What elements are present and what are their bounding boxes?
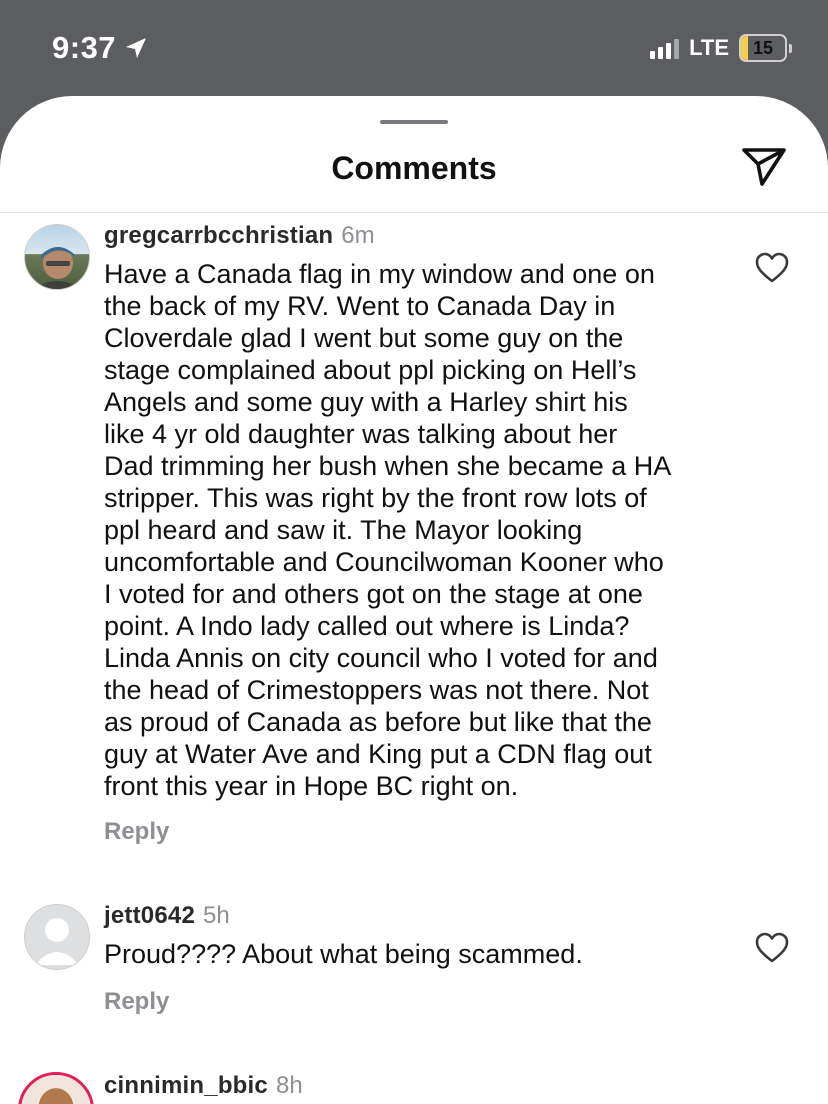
username[interactable]: cinnimin_bbic	[104, 1072, 268, 1100]
user-photo	[21, 1075, 91, 1104]
username[interactable]: gregcarrbcchristian	[104, 222, 333, 250]
heart-icon[interactable]	[754, 932, 790, 964]
battery-icon: 15	[739, 34, 792, 62]
clock: 9:37	[52, 30, 117, 65]
comment-meta: cinnimin_bbic 8h	[104, 1072, 303, 1100]
comment-text: Proud???? About what being scammed.	[104, 939, 583, 969]
avatar[interactable]	[24, 904, 90, 970]
status-indicators: LTE 15	[650, 34, 792, 62]
reply-button[interactable]: Reply	[104, 818, 169, 846]
header-divider	[0, 212, 828, 213]
default-avatar-icon	[35, 918, 79, 965]
comment-text: Have a Canada flag in my window and one …	[104, 259, 672, 801]
sheet-grabber-handle[interactable]	[380, 120, 448, 124]
comment-time: 8h	[275, 1072, 303, 1099]
heart-icon[interactable]	[754, 252, 790, 284]
username[interactable]: jett0642	[104, 902, 195, 930]
comment-time: 5h	[203, 902, 230, 929]
status-time: 9:37	[52, 30, 148, 66]
location-arrow-icon	[126, 38, 147, 58]
reply-button[interactable]: Reply	[104, 988, 169, 1016]
comment-meta: jett0642 5h	[104, 902, 230, 930]
avatar-with-story-ring[interactable]	[18, 1072, 94, 1104]
cellular-signal-icon	[650, 37, 680, 59]
comment-time: 6m	[341, 222, 375, 249]
user-photo	[33, 247, 81, 289]
network-type: LTE	[689, 35, 729, 60]
paper-plane-icon[interactable]	[740, 144, 788, 188]
comment-meta: gregcarrbcchristian 6m	[104, 222, 375, 250]
sheet-title: Comments	[331, 150, 497, 186]
status-bar: 9:37 LTE 15	[0, 0, 828, 96]
battery-percent: 15	[752, 37, 774, 58]
battery-level-fill	[741, 36, 748, 60]
avatar[interactable]	[24, 224, 90, 290]
comments-sheet: Comments gregcarrbcchristian 6m Have a C…	[0, 96, 828, 1104]
